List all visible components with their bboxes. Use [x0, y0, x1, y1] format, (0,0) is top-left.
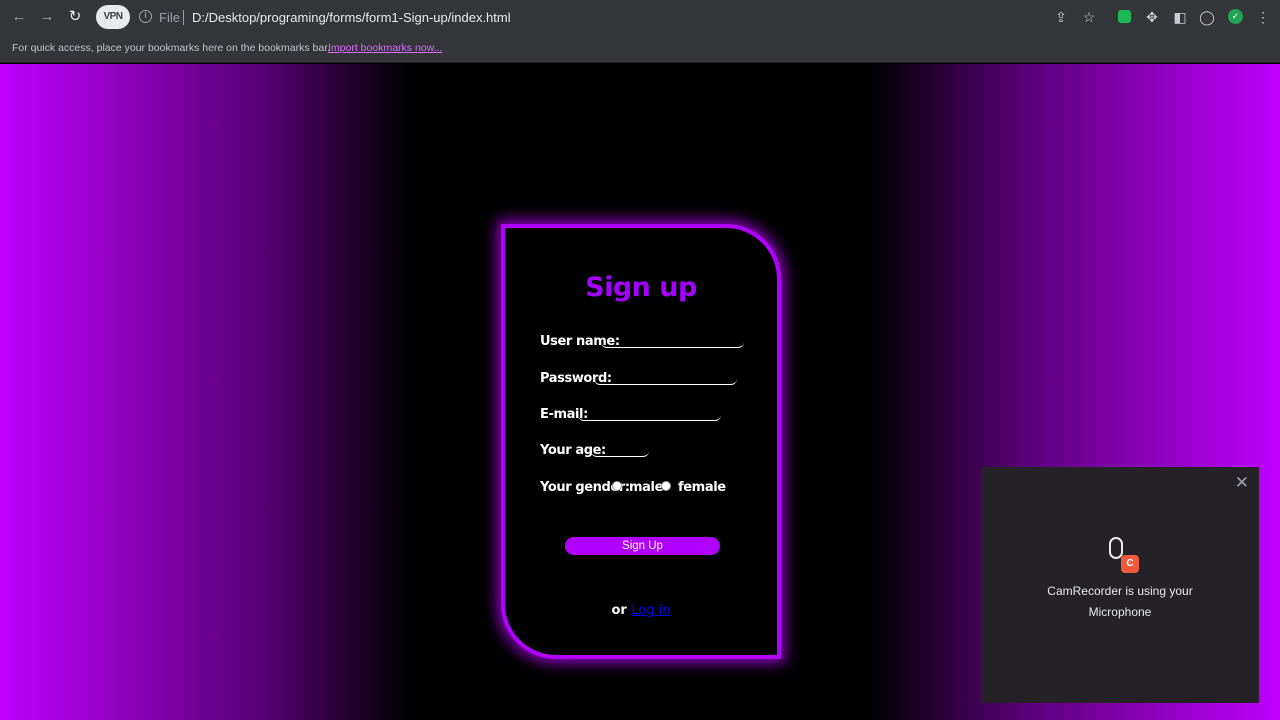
- login-row: or Log in: [505, 603, 777, 618]
- gender-female-label: female: [678, 480, 726, 495]
- close-icon[interactable]: ✕: [1235, 473, 1249, 493]
- url-separator: [183, 10, 184, 25]
- reload-icon[interactable]: ↻: [65, 7, 85, 27]
- extensions-puzzle-icon[interactable]: ✥: [1143, 8, 1161, 26]
- share-icon[interactable]: ⇪: [1052, 8, 1070, 26]
- profile-icon[interactable]: ◯: [1198, 8, 1216, 26]
- microphone-notification: ✕ C CamRecorder is using your Microphone: [981, 467, 1259, 703]
- bookmarks-message: For quick access, place your bookmarks h…: [12, 42, 331, 54]
- notification-message: CamRecorder is using your Microphone: [981, 581, 1259, 623]
- gender-male-radio[interactable]: [612, 481, 622, 491]
- login-prefix: or: [611, 603, 627, 618]
- email-input[interactable]: [578, 411, 721, 421]
- password-input[interactable]: [594, 375, 737, 385]
- vpn-extension-button[interactable]: VPN: [96, 5, 130, 29]
- menu-kebab-icon[interactable]: ⋮: [1254, 8, 1272, 26]
- address-bar[interactable]: D:/Desktop/programing/forms/form1-Sign-u…: [192, 10, 511, 25]
- gender-male-label: male: [629, 480, 663, 495]
- gender-female-radio[interactable]: [661, 481, 671, 491]
- form-title: Sign up: [585, 272, 697, 303]
- extension-shield-icon[interactable]: ✓: [1228, 9, 1243, 24]
- import-bookmarks-link[interactable]: Import bookmarks now...: [328, 42, 442, 54]
- side-panel-icon[interactable]: ◧: [1171, 8, 1189, 26]
- login-link[interactable]: Log in: [631, 603, 670, 618]
- notification-line-2: Microphone: [1088, 605, 1152, 619]
- forward-icon[interactable]: →: [37, 7, 57, 27]
- browser-toolbar: ← → ↻ VPN i File D:/Desktop/programing/f…: [0, 0, 1280, 34]
- signup-button[interactable]: Sign Up: [565, 537, 720, 555]
- back-icon[interactable]: ←: [9, 7, 29, 27]
- extension-lock-icon[interactable]: [1118, 10, 1131, 23]
- age-input[interactable]: [591, 447, 649, 457]
- bookmark-star-icon[interactable]: ☆: [1080, 8, 1098, 26]
- username-input[interactable]: [601, 338, 744, 348]
- camrecorder-badge-icon: C: [1121, 555, 1139, 573]
- signup-card: Sign up User name: Password: E-mail: You…: [501, 224, 781, 659]
- url-scheme: File: [159, 10, 180, 25]
- site-info-icon[interactable]: i: [139, 10, 152, 23]
- bookmarks-bar: For quick access, place your bookmarks h…: [0, 34, 1280, 63]
- notification-line-1: CamRecorder is using your: [1047, 584, 1193, 598]
